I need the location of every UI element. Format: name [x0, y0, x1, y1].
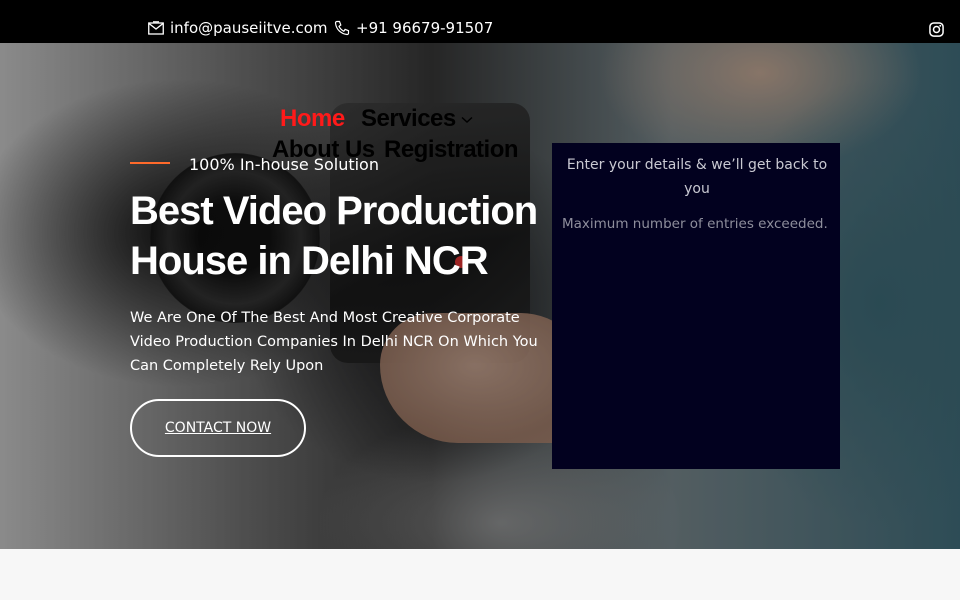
- enquiry-form-panel: Enter your details & we’ll get back to y…: [552, 143, 840, 469]
- hero-headline: Best Video Production House in Delhi NCR: [130, 186, 550, 286]
- headline-line-1: Best Video Production: [130, 189, 538, 233]
- form-status-message: Maximum number of entries exceeded.: [562, 216, 828, 232]
- email-contact[interactable]: info@pauseiitve.com: [148, 19, 328, 37]
- tagline-accent-line: [130, 162, 170, 164]
- top-bar: info@pauseiitve.com +91 96679-91507: [0, 0, 960, 43]
- headline-line-2: House in Delhi NCR: [130, 239, 489, 283]
- phone-text: +91 96679-91507: [356, 19, 494, 37]
- form-title: Enter your details & we’ll get back to y…: [566, 157, 828, 197]
- chevron-down-icon[interactable]: [461, 116, 473, 124]
- contact-now-button[interactable]: CONTACT NOW: [130, 399, 306, 457]
- page-section-below: [0, 549, 960, 600]
- phone-icon: [334, 20, 350, 36]
- phone-contact[interactable]: +91 96679-91507: [334, 19, 493, 37]
- hero-subtext: We Are One Of The Best And Most Creative…: [130, 310, 538, 374]
- nav-services[interactable]: Services: [361, 105, 456, 133]
- hero-tagline: 100% In-house Solution: [189, 155, 379, 174]
- email-text: info@pauseiitve.com: [170, 19, 328, 37]
- mail-icon: [148, 21, 164, 35]
- nav-registration[interactable]: Registration: [384, 136, 519, 164]
- instagram-icon[interactable]: [929, 22, 944, 37]
- nav-home[interactable]: Home: [280, 105, 345, 133]
